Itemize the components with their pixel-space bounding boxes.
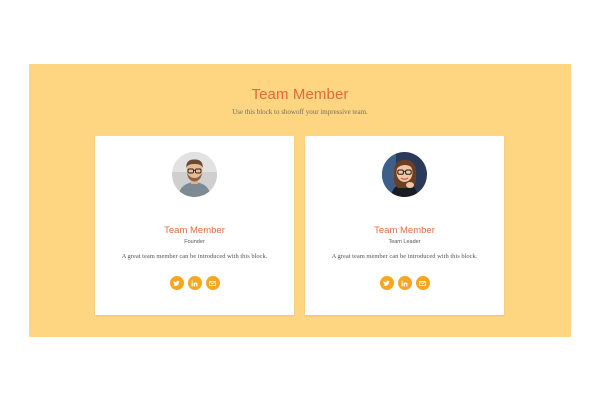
team-card-team-leader: Team Member Team Leader A great team mem… [305, 136, 504, 315]
linkedin-icon [191, 279, 198, 286]
linkedin-icon [401, 279, 408, 286]
social-links [305, 276, 504, 290]
linkedin-button[interactable] [187, 276, 202, 290]
linkedin-button[interactable] [397, 276, 412, 290]
section-title: Team Member [251, 86, 349, 103]
twitter-icon [383, 280, 390, 286]
member-name: Team Member [164, 225, 225, 236]
twitter-button[interactable] [169, 276, 184, 290]
member-description: A great team member can be introduced wi… [121, 253, 268, 260]
avatar-woman-icon [382, 152, 427, 197]
email-button[interactable] [415, 276, 430, 290]
member-role: Founder [184, 239, 205, 245]
avatar [172, 152, 217, 197]
email-icon [419, 280, 426, 286]
member-name: Team Member [374, 225, 435, 236]
avatar-man-icon [172, 152, 217, 197]
team-section: Team Member Use this block to showoff yo… [29, 64, 571, 337]
twitter-button[interactable] [379, 276, 394, 290]
twitter-icon [173, 280, 180, 286]
member-role: Team Leader [388, 239, 421, 245]
email-icon [209, 280, 216, 286]
member-description: A great team member can be introduced wi… [331, 253, 478, 260]
team-card-founder: Team Member Founder A great team member … [95, 136, 294, 315]
social-links [95, 276, 294, 290]
section-subtitle: Use this block to showoff your impressiv… [232, 108, 368, 116]
email-button[interactable] [205, 276, 220, 290]
avatar [382, 152, 427, 197]
